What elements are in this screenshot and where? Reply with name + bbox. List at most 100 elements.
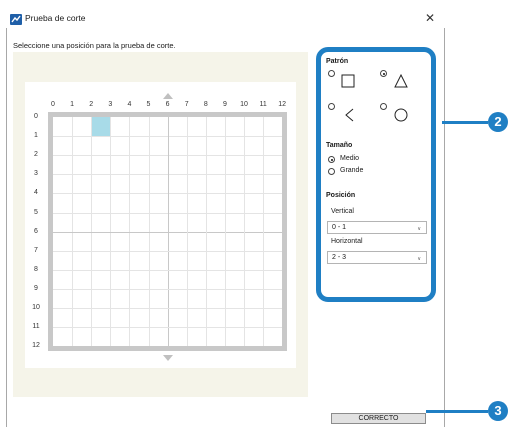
grid-cell[interactable] xyxy=(129,174,148,193)
grid-cell[interactable] xyxy=(206,270,225,289)
grid-cell[interactable] xyxy=(168,193,187,212)
grid-cell[interactable] xyxy=(53,251,72,270)
grid-cell[interactable] xyxy=(225,155,244,174)
grid-cell[interactable] xyxy=(72,174,91,193)
grid-cell[interactable] xyxy=(187,213,206,232)
grid-cell[interactable] xyxy=(225,136,244,155)
grid-cell[interactable] xyxy=(244,289,263,308)
circle-icon[interactable] xyxy=(394,108,408,122)
arrow-left-icon[interactable] xyxy=(40,226,46,237)
grid-cell[interactable] xyxy=(91,289,110,308)
grid-cell[interactable] xyxy=(110,117,129,136)
grid-cell[interactable] xyxy=(263,174,282,193)
grid-cell[interactable] xyxy=(206,327,225,346)
grid-cell[interactable] xyxy=(225,327,244,346)
grid-cell[interactable] xyxy=(129,213,148,232)
grid-cell[interactable] xyxy=(72,136,91,155)
grid-cell[interactable] xyxy=(91,327,110,346)
grid-cell-selected[interactable] xyxy=(91,117,111,137)
grid-cell[interactable] xyxy=(206,308,225,327)
grid-cell[interactable] xyxy=(244,117,263,136)
grid-cell[interactable] xyxy=(53,308,72,327)
grid-cell[interactable] xyxy=(91,308,110,327)
grid-cell[interactable] xyxy=(110,136,129,155)
grid-cell[interactable] xyxy=(72,251,91,270)
grid-cell[interactable] xyxy=(206,155,225,174)
grid-cell[interactable] xyxy=(206,136,225,155)
grid-cell[interactable] xyxy=(263,117,282,136)
grid-cell[interactable] xyxy=(53,174,72,193)
grid-cell[interactable] xyxy=(129,270,148,289)
grid-cell[interactable] xyxy=(129,308,148,327)
grid-cell[interactable] xyxy=(110,289,129,308)
grid-cell[interactable] xyxy=(263,270,282,289)
grid-cell[interactable] xyxy=(72,213,91,232)
grid-cell[interactable] xyxy=(168,213,187,232)
grid-cell[interactable] xyxy=(168,251,187,270)
grid-cell[interactable] xyxy=(149,174,168,193)
size-grande-radio[interactable] xyxy=(328,168,335,175)
grid-cell[interactable] xyxy=(187,232,206,251)
grid-cell[interactable] xyxy=(91,136,110,155)
grid-cell[interactable] xyxy=(168,308,187,327)
grid-cell[interactable] xyxy=(225,289,244,308)
grid-cell[interactable] xyxy=(91,193,110,212)
grid-cell[interactable] xyxy=(244,136,263,155)
grid-cell[interactable] xyxy=(91,213,110,232)
grid-cell[interactable] xyxy=(244,174,263,193)
size-medio-radio[interactable] xyxy=(328,156,335,163)
grid-cell[interactable] xyxy=(187,117,206,136)
grid-cell[interactable] xyxy=(263,289,282,308)
arrow-down-icon[interactable] xyxy=(162,355,173,362)
grid-cell[interactable] xyxy=(168,155,187,174)
grid-cell[interactable] xyxy=(187,251,206,270)
grid-cell[interactable] xyxy=(263,136,282,155)
pattern-chevron-radio[interactable] xyxy=(328,103,335,110)
grid-cell[interactable] xyxy=(149,213,168,232)
grid-cell[interactable] xyxy=(149,251,168,270)
grid-cell[interactable] xyxy=(53,289,72,308)
grid-cell[interactable] xyxy=(168,289,187,308)
grid-cell[interactable] xyxy=(53,327,72,346)
grid-cell[interactable] xyxy=(72,270,91,289)
grid-cell[interactable] xyxy=(263,327,282,346)
vertical-select[interactable]: 0 - 1 ∨ xyxy=(327,221,427,234)
grid-cell[interactable] xyxy=(91,270,110,289)
grid-cell[interactable] xyxy=(206,193,225,212)
grid-cell[interactable] xyxy=(187,289,206,308)
grid-cell[interactable] xyxy=(244,232,263,251)
grid-cell[interactable] xyxy=(263,213,282,232)
grid-cell[interactable] xyxy=(110,308,129,327)
grid-cell[interactable] xyxy=(149,136,168,155)
grid-cell[interactable] xyxy=(110,155,129,174)
grid-cell[interactable] xyxy=(72,193,91,212)
arrow-right-icon[interactable] xyxy=(288,226,295,237)
grid-cell[interactable] xyxy=(72,289,91,308)
grid-cell[interactable] xyxy=(206,289,225,308)
grid-cell[interactable] xyxy=(168,327,187,346)
grid-cell[interactable] xyxy=(206,251,225,270)
horizontal-select[interactable]: 2 - 3 ∨ xyxy=(327,251,427,264)
size-medio-label[interactable]: Medio xyxy=(340,155,359,162)
grid-cell[interactable] xyxy=(187,174,206,193)
grid-cell[interactable] xyxy=(225,308,244,327)
grid-cell[interactable] xyxy=(225,251,244,270)
grid-cell[interactable] xyxy=(244,251,263,270)
grid-cell[interactable] xyxy=(149,270,168,289)
grid-cell[interactable] xyxy=(110,232,129,251)
grid-cell[interactable] xyxy=(168,232,187,251)
grid-cell[interactable] xyxy=(168,136,187,155)
grid-cell[interactable] xyxy=(244,308,263,327)
grid-cell[interactable] xyxy=(53,232,72,251)
grid-cell[interactable] xyxy=(187,155,206,174)
grid-cell[interactable] xyxy=(72,308,91,327)
grid-cell[interactable] xyxy=(244,270,263,289)
pattern-square-radio[interactable] xyxy=(328,70,335,77)
grid-cell[interactable] xyxy=(263,251,282,270)
grid-cell[interactable] xyxy=(187,270,206,289)
grid-cell[interactable] xyxy=(72,155,91,174)
grid-cell[interactable] xyxy=(129,117,148,136)
grid-cell[interactable] xyxy=(129,251,148,270)
grid-cell[interactable] xyxy=(129,136,148,155)
grid-cell[interactable] xyxy=(206,117,225,136)
